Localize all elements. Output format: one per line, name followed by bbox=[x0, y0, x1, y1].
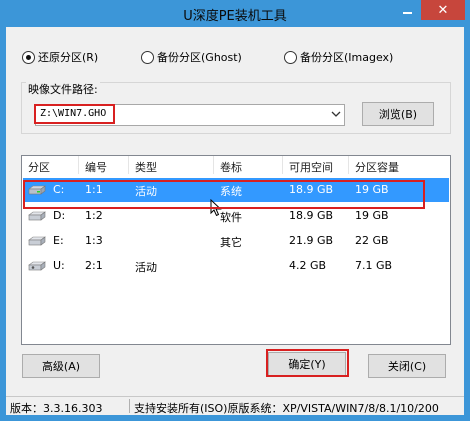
column-header-capacity[interactable]: 分区容量 bbox=[349, 156, 450, 174]
drive-icon bbox=[28, 236, 46, 246]
radio-imagex-label: 备份分区(Imagex) bbox=[300, 51, 394, 64]
drive-icon bbox=[28, 211, 46, 221]
radio-restore-indicator bbox=[22, 50, 35, 64]
browse-button[interactable]: 浏览(B) bbox=[362, 102, 434, 126]
cell-drive: E: bbox=[53, 234, 64, 247]
partition-row-e[interactable]: E: 1:3 其它 21.9 GB 22 GB bbox=[23, 229, 449, 253]
title-bar[interactable]: U深度PE装机工具 ✕ bbox=[0, 0, 470, 26]
radio-imagex-indicator bbox=[284, 50, 297, 64]
cell-label: 软件 bbox=[220, 211, 242, 224]
column-header-number[interactable]: 编号 bbox=[79, 156, 129, 174]
cell-label: 其它 bbox=[220, 236, 242, 249]
column-header-label[interactable]: 卷标 bbox=[214, 156, 283, 174]
status-version: 版本：3.3.16.303 bbox=[10, 402, 103, 415]
client-area: 还原分区(R) 备份分区(Ghost) 备份分区(Imagex) 映像文件路径:… bbox=[6, 27, 464, 415]
radio-restore-partition[interactable]: 还原分区(R) bbox=[22, 49, 98, 65]
cell-capacity: 19 GB bbox=[355, 209, 389, 222]
status-separator bbox=[129, 399, 130, 413]
radio-restore-label: 还原分区(R) bbox=[38, 51, 99, 64]
app-window: U深度PE装机工具 ✕ 还原分区(R) 备份分区(Ghost) 备份分区(Ima… bbox=[0, 0, 470, 421]
radio-backup-imagex[interactable]: 备份分区(Imagex) bbox=[284, 49, 393, 65]
cell-drive: D: bbox=[53, 209, 66, 222]
cell-number: 1:3 bbox=[85, 234, 103, 247]
cell-number: 2:1 bbox=[85, 259, 103, 272]
cell-free-space: 18.9 GB bbox=[289, 209, 334, 222]
ok-highlight-box bbox=[266, 349, 349, 377]
status-bar: 版本：3.3.16.303 支持安装所有(ISO)原版系统：XP/VISTA/W… bbox=[6, 396, 464, 415]
cell-type: 活动 bbox=[135, 261, 157, 274]
radio-ghost-label: 备份分区(Ghost) bbox=[157, 51, 242, 64]
radio-backup-ghost[interactable]: 备份分区(Ghost) bbox=[141, 49, 242, 65]
cell-free-space: 4.2 GB bbox=[289, 259, 327, 272]
cell-number: 1:2 bbox=[85, 209, 103, 222]
minimize-button[interactable] bbox=[394, 0, 420, 20]
column-header-free-space[interactable]: 可用空间 bbox=[283, 156, 349, 174]
partition-row-u[interactable]: U: 2:1 活动 4.2 GB 7.1 GB bbox=[23, 254, 449, 278]
radio-ghost-indicator bbox=[141, 50, 154, 64]
advanced-button[interactable]: 高级(A) bbox=[22, 354, 100, 378]
column-header-partition[interactable]: 分区 bbox=[22, 156, 79, 174]
status-support-text: 支持安装所有(ISO)原版系统：XP/VISTA/WIN7/8/8.1/10/2… bbox=[134, 402, 439, 415]
cell-capacity: 7.1 GB bbox=[355, 259, 393, 272]
minimize-icon bbox=[402, 12, 412, 14]
path-highlight-box bbox=[34, 104, 115, 124]
close-icon: ✕ bbox=[437, 2, 449, 18]
image-path-label: 映像文件路径: bbox=[26, 81, 100, 97]
close-button[interactable]: 关闭(C) bbox=[368, 354, 446, 378]
usb-drive-icon bbox=[28, 261, 46, 271]
cell-free-space: 21.9 GB bbox=[289, 234, 334, 247]
close-window-button[interactable]: ✕ bbox=[421, 0, 465, 20]
chevron-down-icon[interactable] bbox=[331, 109, 341, 119]
selected-row-highlight-box bbox=[23, 180, 425, 209]
cell-capacity: 22 GB bbox=[355, 234, 389, 247]
cell-drive: U: bbox=[53, 259, 65, 272]
column-header-type[interactable]: 类型 bbox=[129, 156, 214, 174]
